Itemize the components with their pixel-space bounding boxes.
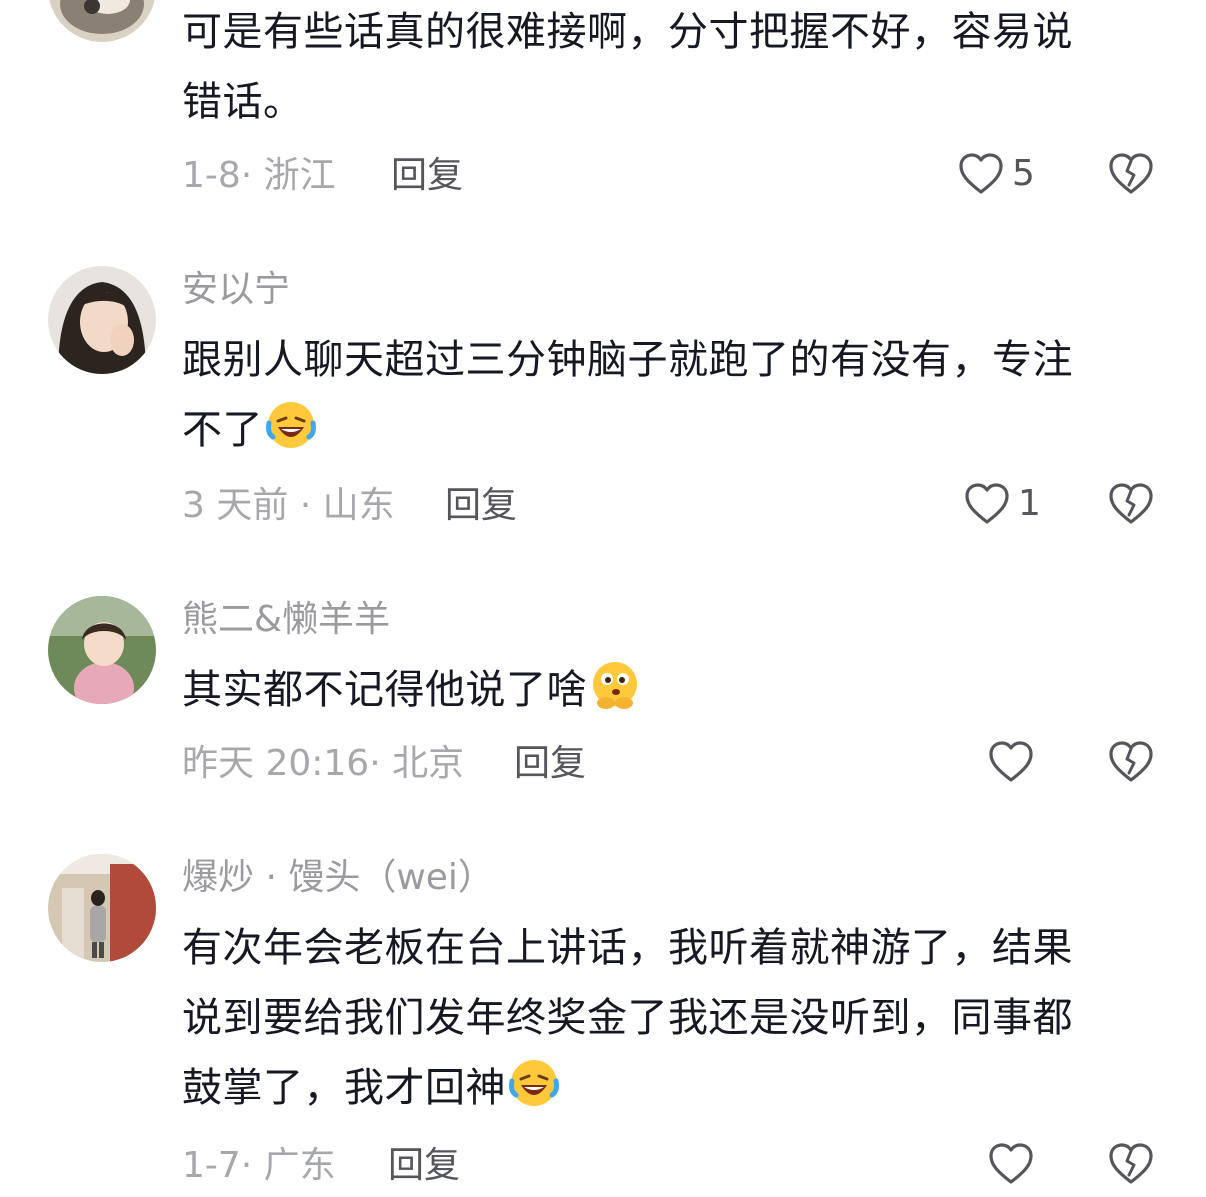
- comment-text-line: 说到要给我们发年终奖金了我还是没听到，同事都: [182, 995, 1073, 1041]
- dislike-button[interactable]: [1108, 1142, 1154, 1190]
- username[interactable]: 安以宁: [182, 269, 290, 311]
- comment-meta: 昨天 20:16· 北京: [182, 743, 465, 784]
- reply-button[interactable]: 回复: [445, 484, 517, 528]
- comment-text-line: 不了: [182, 395, 1157, 465]
- comment-text-line: 其实都不记得他说了啥: [182, 655, 1157, 725]
- avatar[interactable]: [48, 854, 156, 962]
- reply-button[interactable]: 回复: [391, 154, 463, 198]
- like-button[interactable]: 1: [964, 482, 1041, 526]
- avatar[interactable]: [48, 266, 156, 374]
- reply-button[interactable]: 回复: [514, 742, 586, 786]
- username[interactable]: 熊二&懒羊羊: [182, 599, 390, 641]
- comment-text-line: 错话。: [182, 79, 304, 125]
- comment-text-line: 有次年会老板在台上讲话，我听着就神游了，结果: [182, 925, 1073, 971]
- broken-heart-icon: [1109, 153, 1153, 194]
- heart-icon: [989, 741, 1033, 782]
- avatar[interactable]: [48, 596, 156, 704]
- comment-text-segment: 其实都不记得他说了啥: [182, 667, 587, 713]
- avatar[interactable]: [48, 0, 156, 42]
- broken-heart-icon: [1109, 1143, 1153, 1184]
- username[interactable]: 爆炒 · 馒头（wei）: [182, 857, 494, 899]
- dislike-button[interactable]: [1108, 482, 1154, 530]
- comment-text: 可是有些话真的很难接啊，分寸把握不好，容易说 错话。: [182, 0, 1157, 137]
- laughing-crying-emoji: [509, 1060, 559, 1106]
- like-button[interactable]: [988, 1142, 1042, 1186]
- dislike-button[interactable]: [1108, 152, 1154, 200]
- like-button[interactable]: 5: [958, 152, 1035, 196]
- like-count: 1: [1018, 483, 1041, 524]
- comment-text-segment: 不了: [182, 407, 263, 453]
- comment-text-line: 可是有些话真的很难接啊，分寸把握不好，容易说: [182, 9, 1073, 55]
- comment-meta: 1-8· 浙江: [182, 155, 336, 196]
- dislike-button[interactable]: [1108, 740, 1154, 788]
- comment-text: 有次年会老板在台上讲话，我听着就神游了，结果 说到要给我们发年终奖金了我还是没听…: [182, 913, 1157, 1123]
- like-count: 5: [1012, 153, 1035, 194]
- like-button[interactable]: [988, 740, 1042, 784]
- comment-meta: 1-7· 广东: [182, 1145, 336, 1186]
- heart-icon: [989, 1143, 1033, 1184]
- broken-heart-icon: [1109, 483, 1153, 524]
- thinking-emoji: [593, 662, 637, 709]
- comment-text: 跟别人聊天超过三分钟脑子就跑了的有没有，专注 不了: [182, 325, 1157, 465]
- heart-icon: [965, 483, 1009, 524]
- comment-text: 其实都不记得他说了啥: [182, 655, 1157, 725]
- reply-button[interactable]: 回复: [388, 1144, 460, 1188]
- laughing-crying-emoji: [266, 402, 316, 448]
- heart-icon: [959, 153, 1003, 194]
- broken-heart-icon: [1109, 741, 1153, 782]
- comment-meta: 3 天前 · 山东: [182, 485, 395, 526]
- comment-text-segment: 鼓掌了，我才回神: [182, 1065, 506, 1111]
- comment-text-line: 跟别人聊天超过三分钟脑子就跑了的有没有，专注: [182, 337, 1073, 383]
- comment-text-line: 鼓掌了，我才回神: [182, 1053, 1157, 1123]
